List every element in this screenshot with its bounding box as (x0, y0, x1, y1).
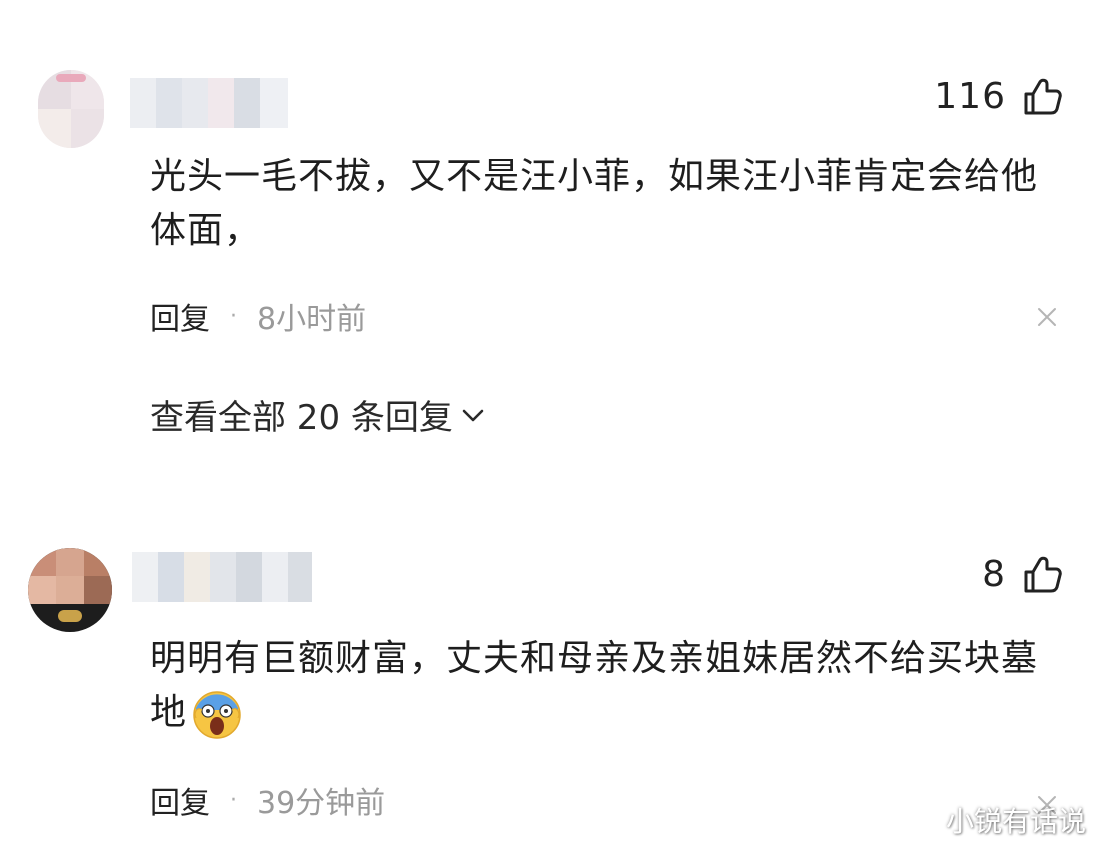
chevron-down-icon (462, 409, 484, 421)
view-all-replies-label: 查看全部 20 条回复 (150, 398, 453, 438)
separator-dot: · (230, 787, 237, 813)
thumbs-up-icon (1024, 556, 1062, 592)
comment-meta: 回复 · 39分钟前 (150, 778, 385, 822)
avatar[interactable] (28, 548, 112, 632)
close-icon[interactable] (1036, 306, 1058, 328)
reply-button[interactable]: 回复 (150, 294, 210, 338)
view-all-replies-button[interactable]: 查看全部 20 条回复 (150, 390, 487, 439)
like-count: 116 (934, 76, 1006, 117)
comment-time: 8小时前 (257, 302, 367, 337)
username-blurred[interactable] (132, 552, 312, 602)
like-button[interactable]: 8 (982, 554, 1062, 595)
reply-button[interactable]: 回复 (150, 778, 210, 822)
thumbs-up-icon (1024, 78, 1062, 114)
screaming-face-emoji-icon (193, 691, 241, 739)
comment-text: 光头一毛不拔，又不是汪小菲，如果汪小菲肯定会给他体面， (150, 156, 1039, 251)
like-button[interactable]: 116 (934, 76, 1062, 117)
comment-text-content: 明明有巨额财富，丈夫和母亲及亲姐妹居然不给买块墓地 (150, 638, 1039, 733)
comment-text: 明明有巨额财富，丈夫和母亲及亲姐妹居然不给买块墓地 (150, 632, 1050, 740)
comment-item-2: 8 明明有巨额财富，丈夫和母亲及亲姐妹居然不给买块墓地 回复 · 39分钟前 (0, 470, 1102, 858)
comment-time: 39分钟前 (257, 786, 386, 821)
like-count: 8 (982, 554, 1006, 595)
comment-meta: 回复 · 8小时前 (150, 294, 366, 338)
comment-item-1: 116 光头一毛不拔，又不是汪小菲，如果汪小菲肯定会给他体面， 回复 · 8小时… (0, 0, 1102, 470)
separator-dot: · (230, 303, 237, 329)
username-blurred[interactable] (130, 78, 288, 128)
avatar[interactable] (38, 70, 104, 148)
watermark: 小锐有话说 (945, 805, 1086, 838)
